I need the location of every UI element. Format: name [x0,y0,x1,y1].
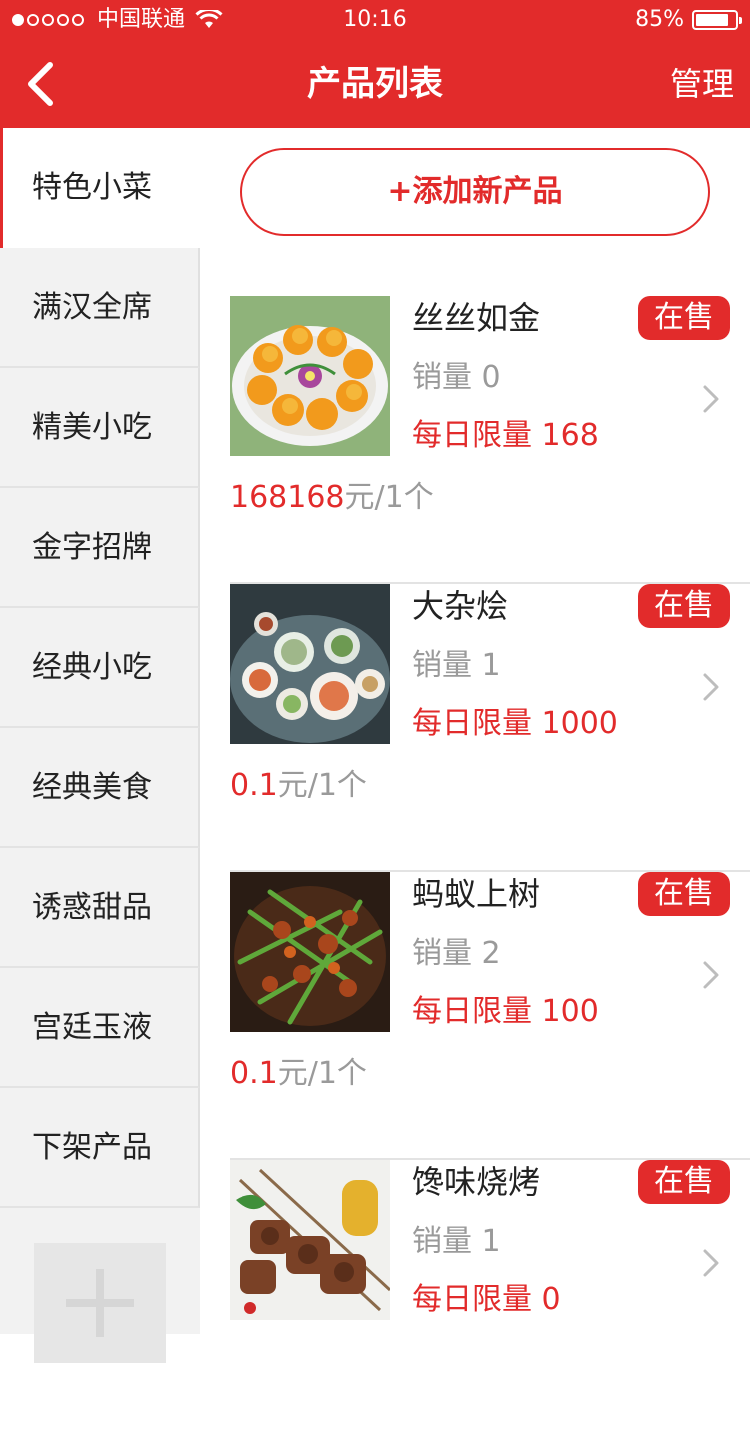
chevron-right-icon [703,961,719,989]
product-sales: 销量 1 [412,1224,501,1259]
product-price: 0.1元/1个 [230,764,367,808]
status-badge: 在售 [638,584,730,628]
sidebar-item-fine-snacks[interactable]: 精美小吃 [0,368,200,488]
product-card[interactable]: 蚂蚁上树 在售 销量 2 每日限量 100 0.1元/1个 [230,872,750,1160]
product-sales: 销量 1 [412,648,501,683]
status-right: 85% [635,0,742,40]
status-badge: 在售 [638,872,730,916]
app-header: 中国联通 10:16 85% 产品列表 管理 [0,0,750,128]
product-image [230,296,390,456]
sidebar-item-delisted[interactable]: 下架产品 [0,1088,200,1208]
product-name: 馋味烧烤 [412,1163,541,1201]
product-list-panel: +添加新产品 丝丝如金 在售 销量 0 每日限量 168 168168元/1个 … [200,128,750,1334]
status-bar: 中国联通 10:16 85% [0,0,750,40]
nav-bar: 产品列表 管理 [0,40,750,128]
product-name: 丝丝如金 [412,299,541,337]
sidebar-item-classic-food[interactable]: 经典美食 [0,728,200,848]
sidebar-item-special-dishes[interactable]: 特色小菜 [0,128,200,248]
price-unit: 元/1个 [277,768,367,803]
sidebar-item-classic-snacks[interactable]: 经典小吃 [0,608,200,728]
product-image [230,584,390,744]
price-unit: 元/1个 [344,480,434,515]
product-card[interactable]: 馋味烧烤 在售 销量 1 每日限量 0 [230,1160,750,1448]
product-daily-limit: 每日限量 100 [412,994,599,1029]
sidebar-item-manhan-feast[interactable]: 满汉全席 [0,248,200,368]
product-daily-limit: 每日限量 0 [412,1282,561,1317]
product-sales: 销量 2 [412,936,501,971]
chevron-right-icon [703,1249,719,1277]
product-name: 蚂蚁上树 [412,875,541,913]
product-daily-limit: 每日限量 1000 [412,706,618,741]
product-card[interactable]: 大杂烩 在售 销量 1 每日限量 1000 0.1元/1个 [230,584,750,872]
sidebar-item-desserts[interactable]: 诱惑甜品 [0,848,200,968]
product-daily-limit: 每日限量 168 [412,418,599,453]
chevron-right-icon [703,673,719,701]
product-image [230,1160,390,1320]
sidebar-item-royal-drinks[interactable]: 宫廷玉液 [0,968,200,1088]
price-unit: 元/1个 [277,1056,367,1091]
product-image [230,872,390,1032]
category-sidebar: 特色小菜 满汉全席 精美小吃 金字招牌 经典小吃 经典美食 诱惑甜品 宫廷玉液 … [0,128,200,1363]
plus-icon [66,1269,134,1337]
product-price: 0.1元/1个 [230,1052,367,1096]
sidebar-item-signature[interactable]: 金字招牌 [0,488,200,608]
product-card[interactable]: 丝丝如金 在售 销量 0 每日限量 168 168168元/1个 [230,296,750,584]
product-price: 168168元/1个 [230,476,434,520]
battery-percent: 85% [635,7,684,32]
chevron-right-icon [703,385,719,413]
price-amount: 168168 [230,480,345,515]
price-amount: 0.1 [230,1056,278,1091]
manage-button[interactable]: 管理 [670,40,734,128]
add-product-button[interactable]: +添加新产品 [240,148,710,236]
page-title: 产品列表 [307,64,443,104]
status-badge: 在售 [638,1160,730,1204]
product-sales: 销量 0 [412,360,501,395]
status-badge: 在售 [638,296,730,340]
product-name: 大杂烩 [412,587,509,625]
battery-icon [692,10,742,30]
add-category-button[interactable] [34,1243,166,1363]
price-amount: 0.1 [230,768,278,803]
